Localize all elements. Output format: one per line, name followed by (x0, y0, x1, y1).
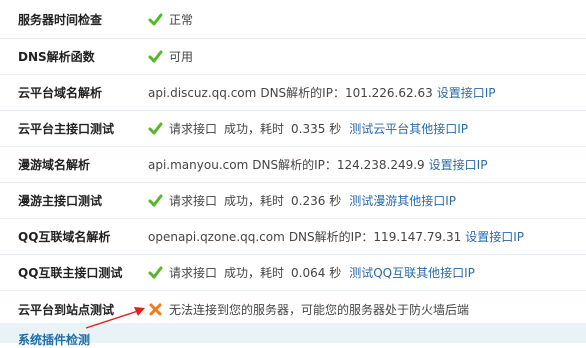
row-label: 漫游域名解析 (18, 158, 91, 172)
row-value: api.manyou.com DNS解析的IP：124.238.249.9 设置… (148, 147, 487, 182)
row-dns-function: DNS解析函数 可用 (0, 39, 586, 75)
row-manyou-interface-test: 漫游主接口测试 请求接口 成功，耗时 0.236 秒 测试漫游其他接口IP (0, 183, 586, 219)
row-value: api.discuz.qq.com DNS解析的IP：101.226.62.63… (148, 75, 496, 110)
check-icon (148, 193, 163, 208)
check-icon (148, 265, 163, 280)
row-manyou-dns: 漫游域名解析 api.manyou.com DNS解析的IP：124.238.2… (0, 147, 586, 183)
row-cloud-dns: 云平台域名解析 api.discuz.qq.com DNS解析的IP：101.2… (0, 75, 586, 111)
row-value: 请求接口 成功，耗时 0.064 秒 测试QQ互联其他接口IP (148, 255, 475, 290)
time-text: 0.335 秒 (291, 122, 342, 136)
row-label: 服务器时间检查 (18, 12, 103, 27)
status-text: 可用 (169, 50, 194, 64)
check-icon (148, 12, 163, 27)
set-interface-ip-link[interactable]: 设置接口IP (465, 228, 524, 245)
row-cloud-interface-test: 云平台主接口测试 请求接口 成功，耗时 0.335 秒 测试云平台其他接口IP (0, 111, 586, 147)
request-text: 请求接口 (169, 122, 218, 136)
set-interface-ip-link[interactable]: 设置接口IP (429, 156, 488, 173)
test-other-ip-link[interactable]: 测试漫游其他接口IP (349, 192, 456, 209)
row-server-time: 服务器时间检查 正常 (0, 0, 586, 39)
success-text: 成功，耗时 (224, 266, 285, 280)
row-qq-connect-dns: QQ互联域名解析 openapi.qzone.qq.com DNS解析的IP：1… (0, 219, 586, 255)
time-text: 0.236 秒 (291, 194, 342, 208)
dns-ip-text: DNS解析的IP：101.226.62.63 (260, 86, 433, 100)
row-value: 请求接口 成功，耗时 0.335 秒 测试云平台其他接口IP (148, 111, 468, 146)
row-label: DNS解析函数 (18, 50, 95, 64)
row-label: 云平台到站点测试 (18, 302, 115, 317)
domain-text: openapi.qzone.qq.com (148, 229, 285, 244)
row-value: openapi.qzone.qq.com DNS解析的IP：119.147.79… (148, 219, 524, 254)
dns-ip-text: DNS解析的IP：119.147.79.31 (288, 230, 462, 244)
row-label: QQ互联域名解析 (18, 230, 111, 244)
row-label: 漫游主接口测试 (18, 194, 103, 208)
check-icon (148, 49, 163, 64)
time-text: 0.064 秒 (291, 266, 342, 280)
domain-text: api.discuz.qq.com (148, 85, 257, 100)
test-other-ip-link[interactable]: 测试QQ互联其他接口IP (349, 264, 475, 281)
row-label: QQ互联主接口测试 (18, 266, 123, 280)
domain-text: api.manyou.com (148, 157, 249, 172)
row-label: 云平台主接口测试 (18, 122, 115, 136)
row-value: 正常 (148, 0, 193, 38)
dns-ip-text: DNS解析的IP：124.238.249.9 (252, 158, 425, 172)
test-other-ip-link[interactable]: 测试云平台其他接口IP (349, 120, 468, 137)
request-text: 请求接口 (169, 266, 218, 280)
row-label: 云平台域名解析 (18, 86, 103, 100)
row-value: 无法连接到您的服务器，可能您的服务器处于防火墙后端 (148, 291, 469, 327)
success-text: 成功，耗时 (224, 194, 285, 208)
check-icon (148, 121, 163, 136)
plugin-check-title: 系统插件检测 (18, 333, 91, 347)
status-text: 正常 (169, 12, 194, 27)
success-text: 成功，耗时 (224, 122, 285, 136)
server-check-table: 服务器时间检查 正常 DNS解析函数 可用 云平台域名解析 api.discuz… (0, 0, 586, 328)
row-value: 可用 (148, 39, 193, 74)
cross-icon (148, 302, 163, 317)
row-value: 请求接口 成功，耗时 0.236 秒 测试漫游其他接口IP (148, 183, 456, 218)
error-text: 无法连接到您的服务器，可能您的服务器处于防火墙后端 (169, 302, 470, 317)
row-qq-connect-interface-test: QQ互联主接口测试 请求接口 成功，耗时 0.064 秒 测试QQ互联其他接口I… (0, 255, 586, 291)
set-interface-ip-link[interactable]: 设置接口IP (437, 84, 496, 101)
request-text: 请求接口 (169, 194, 218, 208)
